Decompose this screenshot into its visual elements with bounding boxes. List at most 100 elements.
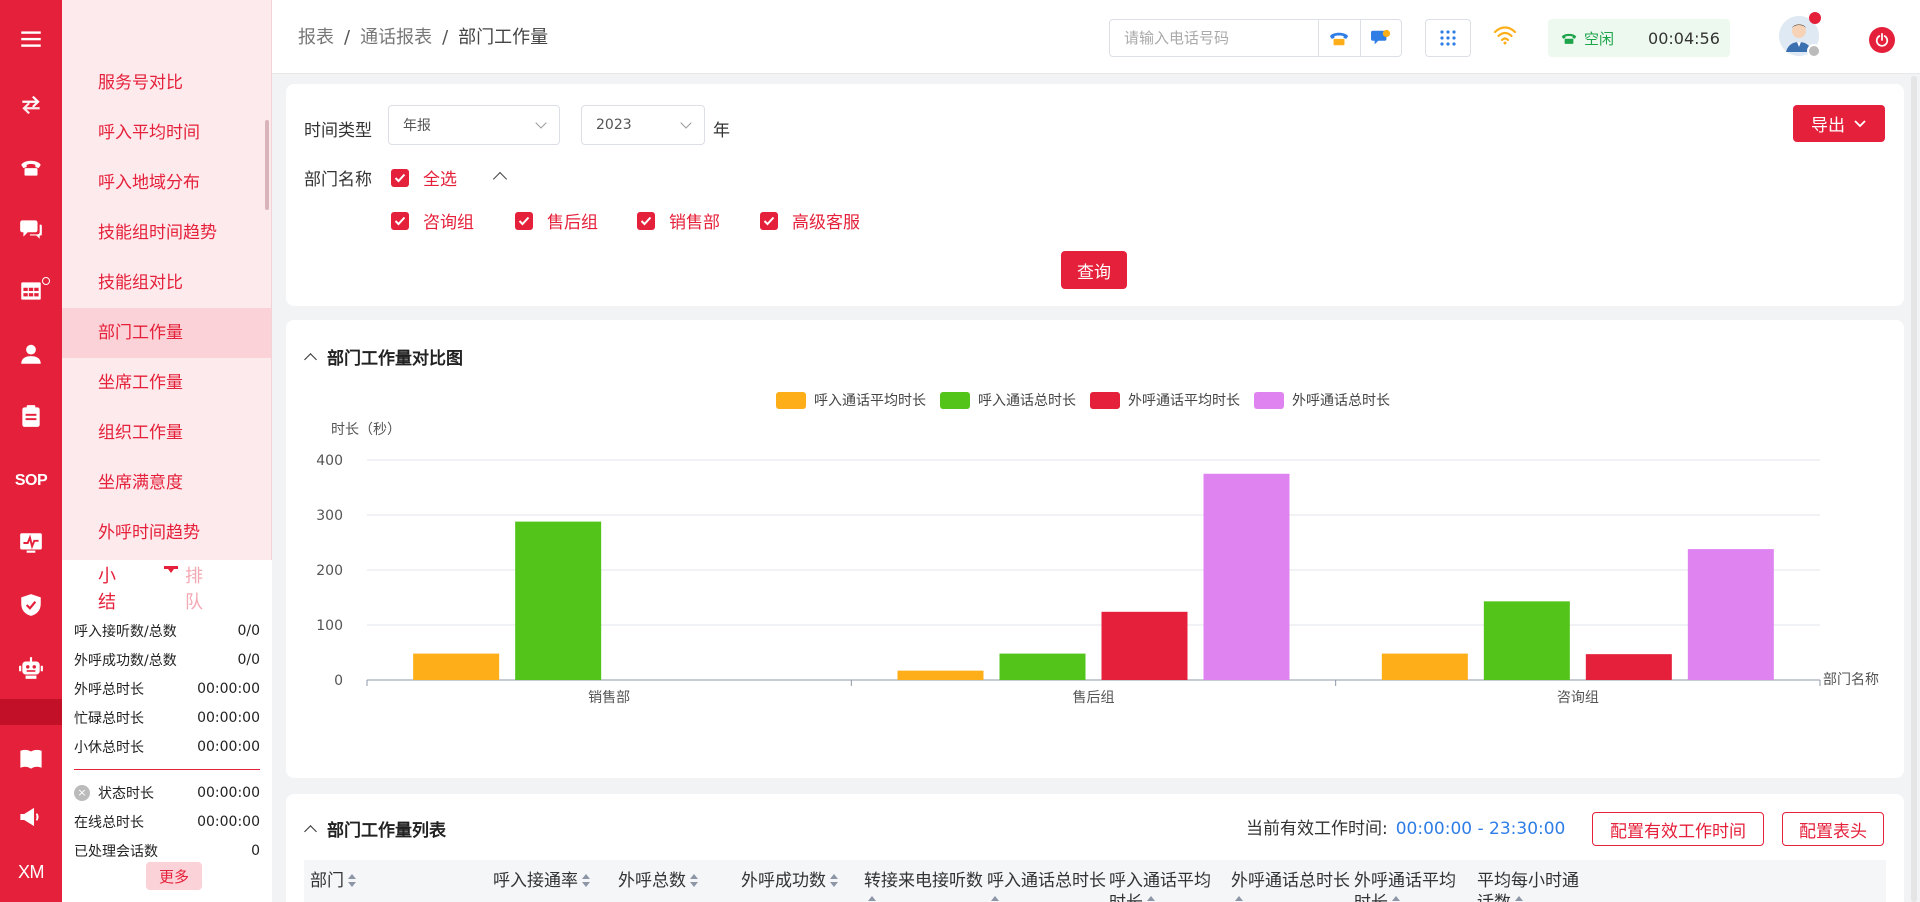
megaphone-icon[interactable] <box>0 795 62 839</box>
sort-icon[interactable] <box>1146 896 1156 902</box>
table-header-row: 部门呼入接通率外呼总数外呼成功数转接来电接听数呼入通话总时长呼入通话平均时长外呼… <box>304 860 1886 902</box>
sop-icon[interactable]: SOP <box>0 459 62 503</box>
chat-message-button[interactable] <box>1359 20 1402 56</box>
dept-checkbox[interactable]: 咨询组 <box>391 208 474 233</box>
y-tick-label: 300 <box>316 508 343 524</box>
dept-name-label: 部门名称 <box>304 170 372 190</box>
robot-icon[interactable] <box>0 646 62 690</box>
page-scrollbar[interactable] <box>1911 76 1917 902</box>
summary-row-label: 外呼总时长 <box>74 679 144 699</box>
submenu-item[interactable]: 技能组对比 <box>62 258 271 308</box>
year-select[interactable]: 2023 <box>581 105 705 145</box>
table-column-header[interactable]: 部门 <box>310 860 480 892</box>
submenu-item[interactable]: 坐席满意度 <box>62 458 271 508</box>
summary-row-value: 00:00:00 <box>197 784 260 801</box>
summary-row: 忙碌总时长 00:00:00 <box>62 703 272 732</box>
submenu-item[interactable]: 服务号对比 <box>62 58 271 108</box>
sort-icon[interactable] <box>1234 896 1244 902</box>
book-icon[interactable] <box>0 737 62 781</box>
dept-checkbox[interactable]: 高级客服 <box>760 208 860 233</box>
select-all-checkbox[interactable]: 全选 <box>391 165 457 190</box>
sort-icon[interactable] <box>689 874 699 888</box>
table-column-header[interactable]: 呼入接通率 <box>493 860 613 892</box>
summary-row-label-text: 忙碌总时长 <box>74 710 144 727</box>
summary-row: 外呼总时长 00:00:00 <box>62 674 272 703</box>
apps-grid-button[interactable] <box>1425 19 1471 57</box>
table-column-header[interactable]: 外呼成功数 <box>741 860 861 892</box>
collapse-caret-icon[interactable] <box>164 566 178 573</box>
submenu-item[interactable]: 呼入地域分布 <box>62 158 271 208</box>
table-column-header[interactable]: 平均每小时通话数 <box>1477 860 1595 902</box>
collapse-chevron-up-icon[interactable] <box>492 171 508 187</box>
summary-row-label-text: 外呼成功数/总数 <box>74 652 177 669</box>
top-header: 报表/通话报表/部门工作量 空闲 00:04:56 <box>272 0 1920 74</box>
bar <box>1483 601 1570 680</box>
summary-row-value: 00:00:00 <box>197 709 260 726</box>
menu-icon[interactable] <box>0 17 62 61</box>
phone-dial-box <box>1109 19 1402 57</box>
monitor-icon[interactable] <box>0 521 62 565</box>
breadcrumb-reports[interactable]: 报表 <box>298 27 334 48</box>
submenu-item[interactable]: 技能组时间趋势 <box>62 208 271 258</box>
user-avatar[interactable] <box>1779 12 1821 58</box>
phone-icon[interactable] <box>0 145 62 189</box>
sort-icon[interactable] <box>990 896 1000 902</box>
left-nav-rail: SOP XM <box>0 0 62 902</box>
submenu-item[interactable]: 外呼时间趋势 <box>62 508 271 558</box>
summary-row: 外呼成功数/总数 0/0 <box>62 645 272 674</box>
dept-checkbox[interactable]: 售后组 <box>515 208 598 233</box>
table-column-header[interactable]: 呼入通话总时长 <box>987 860 1109 902</box>
query-button[interactable]: 查询 <box>1061 251 1127 289</box>
sort-icon[interactable] <box>347 874 357 888</box>
sort-icon[interactable] <box>829 874 839 888</box>
table-section-title[interactable]: 部门工作量列表 <box>304 816 446 841</box>
phone-number-input[interactable] <box>1110 20 1318 56</box>
xm-icon[interactable]: XM <box>0 850 62 894</box>
sort-icon[interactable] <box>1391 896 1401 902</box>
submenu-item[interactable]: 组织工作量 <box>62 408 271 458</box>
submenu-item[interactable]: 部门工作量 <box>62 308 271 358</box>
dial-phone-button[interactable] <box>1318 20 1360 56</box>
summary-row-value: 00:00:00 <box>197 680 260 697</box>
tab-summary[interactable]: 小结 <box>98 562 127 614</box>
time-type-select[interactable]: 年报 <box>388 105 560 145</box>
table-column-header[interactable]: 呼入通话平均时长 <box>1109 860 1227 902</box>
more-button[interactable]: 更多 <box>146 862 202 890</box>
config-table-header-button[interactable]: 配置表头 <box>1782 812 1884 846</box>
submenu-scrollbar[interactable] <box>265 120 269 210</box>
summary-row-value: 0/0 <box>237 651 260 668</box>
agent-status-box[interactable]: 空闲 00:04:56 <box>1548 19 1730 57</box>
power-logout-button[interactable] <box>1869 27 1895 53</box>
legend-swatch <box>776 392 806 409</box>
summary-row-label: 小休总时长 <box>74 737 144 757</box>
submenu-item[interactable]: 呼入平均时间 <box>62 108 271 158</box>
config-work-time-button[interactable]: 配置有效工作时间 <box>1592 812 1764 846</box>
summary-row-label: × 状态时长 <box>74 783 154 803</box>
table-section-title-text: 部门工作量列表 <box>327 821 446 841</box>
user-icon[interactable] <box>0 332 62 376</box>
table-column-header[interactable]: 外呼总数 <box>618 860 738 892</box>
time-type-label: 时间类型 <box>304 121 372 141</box>
sort-icon[interactable] <box>1514 896 1524 902</box>
shield-icon[interactable] <box>0 583 62 627</box>
sort-icon[interactable] <box>581 874 591 888</box>
table-column-header[interactable]: 转接来电接听数 <box>864 860 986 902</box>
table-column-header[interactable]: 外呼通话平均时长 <box>1354 860 1472 902</box>
chevron-down-icon <box>680 117 692 129</box>
summary-row-value: 0/0 <box>237 622 260 639</box>
clear-circle-icon[interactable]: × <box>74 784 90 801</box>
summary-row-label-text: 状态时长 <box>98 785 154 802</box>
submenu-item[interactable]: 坐席工作量 <box>62 358 271 408</box>
report-grid-icon[interactable] <box>0 269 62 313</box>
table-column-header[interactable]: 外呼通话总时长 <box>1231 860 1353 902</box>
transfer-icon[interactable] <box>0 83 62 127</box>
breadcrumb-call-reports[interactable]: 通话报表 <box>360 27 432 48</box>
export-button[interactable]: 导出 <box>1793 105 1885 142</box>
dept-workload-bar-chart: 0 100 200 300 400 时长（秒） 部门名称销售部 售后组 咨询组 呼入通话平均时长 呼… <box>316 392 1879 706</box>
chat-icon[interactable] <box>0 207 62 251</box>
clipboard-icon[interactable] <box>0 394 62 438</box>
checkbox-checked-icon <box>391 168 409 187</box>
tab-queue[interactable]: 排队 <box>185 562 214 614</box>
sort-icon[interactable] <box>867 896 877 902</box>
dept-checkbox[interactable]: 销售部 <box>637 208 720 233</box>
